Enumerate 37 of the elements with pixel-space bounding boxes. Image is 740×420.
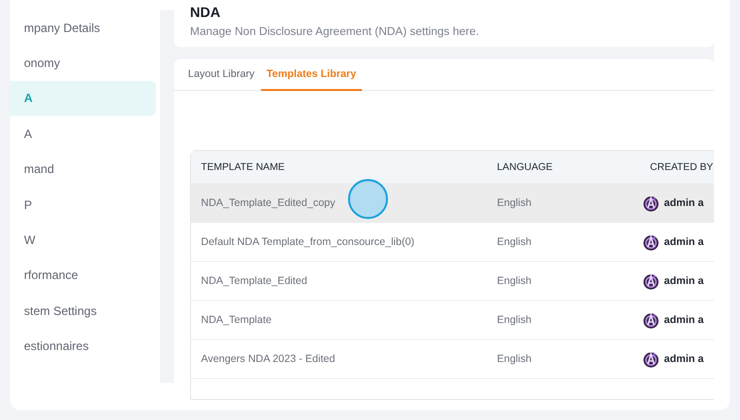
tab[interactable]: Layout Library (182, 59, 261, 91)
template-name: NDA_Template_Edited (201, 275, 308, 287)
avatar-icon (642, 272, 660, 290)
sidebar-item[interactable]: mpany Details (10, 10, 156, 46)
sidebar-item[interactable]: rformance (10, 258, 156, 294)
sidebar-item[interactable]: mand (10, 152, 156, 187)
sidebar-item[interactable]: stem Settings (10, 293, 156, 329)
creator-name: admin a (664, 314, 704, 326)
avatar-icon (642, 194, 660, 212)
creator-name: admin a (664, 353, 704, 365)
creator-name: admin a (664, 275, 704, 287)
sidebar-item[interactable]: P (10, 186, 156, 222)
column-header: LANGUAGE (496, 162, 554, 172)
sidebar-item[interactable]: W (10, 222, 156, 258)
table-row[interactable]: NDA_Template_Edited_copy English admin a (191, 183, 714, 222)
language-cell: English (497, 275, 532, 287)
language-cell: English (497, 197, 532, 209)
sidebar-item[interactable]: estionnaires (10, 328, 156, 364)
page-title: NDA (190, 4, 222, 20)
scrollbar-track[interactable] (160, 10, 174, 383)
template-name: NDA_Template (201, 314, 272, 326)
language-cell: English (497, 314, 532, 326)
template-name: Avengers NDA 2023 - Edited (201, 353, 336, 365)
language-cell: English (497, 353, 532, 365)
creator-name: admin a (664, 236, 704, 248)
column-header: CREATED BY (649, 162, 714, 172)
creator-name: admin a (664, 197, 704, 209)
sidebar-item[interactable]: onomy (10, 45, 156, 81)
template-name: Default NDA Template_from_consource_lib(0) (201, 236, 414, 248)
column-header: TEMPLATE NAME (200, 162, 286, 172)
avatar-icon (642, 233, 660, 251)
avatar-icon (642, 350, 660, 368)
page-subtitle: Manage Non Disclosure Agreement (NDA) settings here. (190, 26, 480, 38)
avatar-icon (642, 311, 660, 329)
template-name: NDA_Template_Edited_copy (201, 197, 336, 209)
language-cell: English (497, 236, 532, 248)
sidebar-item[interactable]: A (10, 116, 156, 152)
